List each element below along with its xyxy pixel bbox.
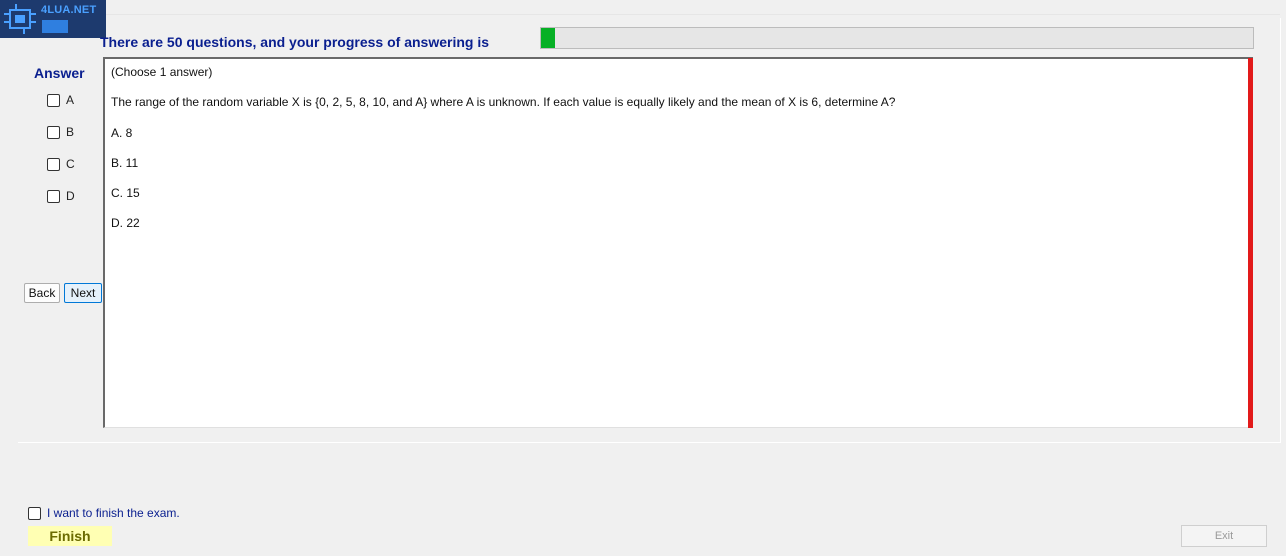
site-logo: 4LUA.NET (0, 0, 106, 38)
finish-exam-checkbox-row[interactable]: I want to finish the exam. (28, 506, 180, 520)
answer-b-checkbox[interactable] (47, 125, 60, 139)
answer-option-d[interactable]: D (47, 188, 75, 204)
finish-button[interactable]: Finish (28, 526, 112, 546)
finish-exam-checkbox[interactable] (28, 506, 41, 520)
scroll-indicator-bar (1248, 58, 1253, 428)
choice-b: B. 11 (111, 156, 139, 170)
logo-text: 4LUA.NET (41, 4, 97, 16)
question-box[interactable] (103, 57, 1253, 428)
next-button[interactable]: Next (64, 283, 102, 303)
answer-d-checkbox[interactable] (47, 189, 60, 203)
progress-bar (540, 27, 1254, 49)
answer-option-label: D (66, 189, 75, 203)
answer-option-label: A (66, 93, 75, 107)
answer-option-label: C (66, 157, 75, 171)
answer-title: Answer (34, 65, 85, 81)
answer-option-a[interactable]: A (47, 92, 74, 108)
answer-option-label: B (66, 125, 75, 139)
question-text: The range of the random variable X is {0… (111, 95, 896, 109)
choice-a: A. 8 (111, 126, 133, 140)
exit-button[interactable]: Exit (1181, 525, 1267, 547)
progress-bar-fill (541, 28, 556, 48)
back-button[interactable]: Back (24, 283, 60, 303)
progress-label: There are 50 questions, and your progres… (100, 34, 489, 50)
logo-badge (42, 20, 68, 33)
question-instruction: (Choose 1 answer) (111, 65, 213, 79)
answer-a-checkbox[interactable] (47, 93, 60, 107)
finish-exam-label: I want to finish the exam. (47, 506, 180, 520)
circuit-logo-icon (4, 4, 36, 34)
answer-option-b[interactable]: B (47, 124, 74, 140)
choice-c: C. 15 (111, 186, 140, 200)
answer-c-checkbox[interactable] (47, 157, 60, 171)
choice-d: D. 22 (111, 216, 140, 230)
answer-option-c[interactable]: C (47, 156, 75, 172)
